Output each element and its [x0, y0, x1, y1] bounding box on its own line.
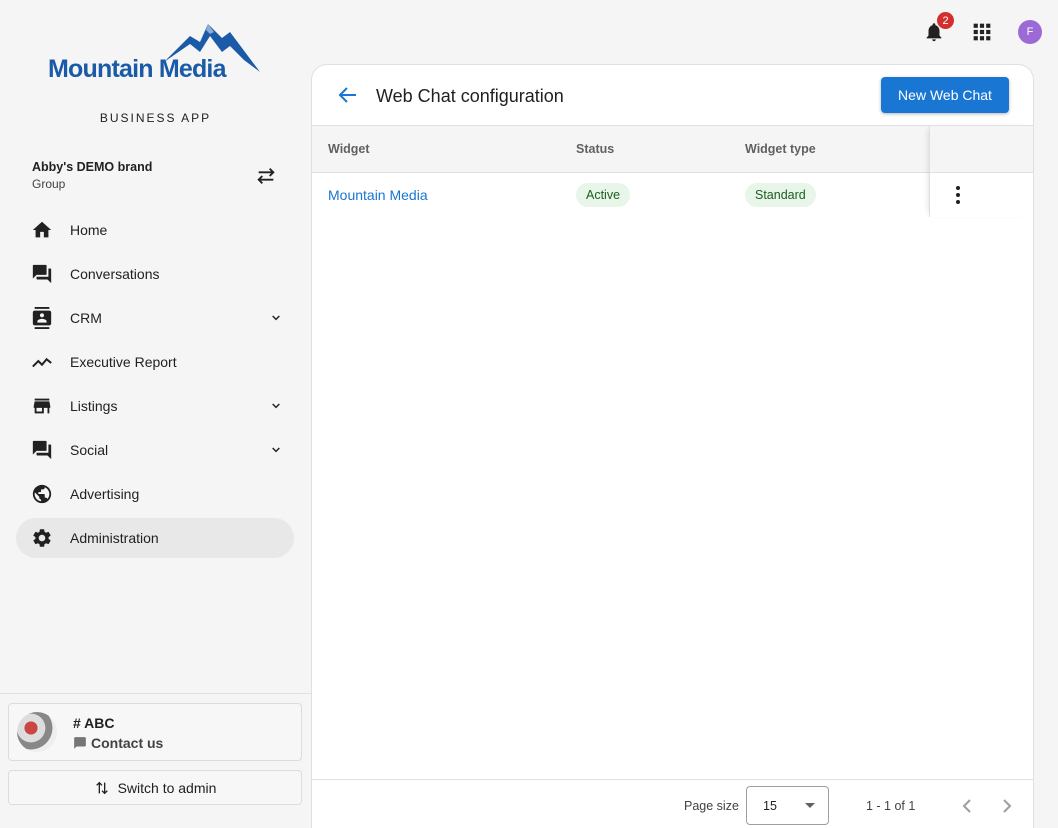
sidebar-item-advertising[interactable]: Advertising	[16, 474, 294, 514]
page-size-select[interactable]: 15	[746, 786, 829, 825]
sidebar-item-label: Conversations	[70, 266, 160, 282]
apps-button[interactable]	[970, 20, 994, 44]
sidebar-item-label: Social	[70, 442, 109, 458]
column-header-status[interactable]: Status	[576, 142, 614, 156]
widget-type-badge: Standard	[745, 183, 816, 207]
dropdown-arrow-icon	[805, 803, 815, 808]
account-name: Abby's DEMO brand	[32, 160, 153, 174]
globe-icon	[30, 482, 54, 506]
sidebar-footer: # ABC Contact us Switch to admin	[0, 693, 311, 828]
page-size-value: 15	[763, 799, 777, 813]
column-header-widget-type[interactable]: Widget type	[745, 142, 816, 156]
contact-card-icon	[30, 306, 54, 330]
main-panel: Web Chat configuration New Web Chat Widg…	[311, 64, 1034, 828]
sidebar-item-social[interactable]: Social	[16, 430, 294, 470]
gear-icon	[30, 526, 54, 550]
more-vertical-icon	[956, 186, 960, 204]
table-pagination: Page size 15 1 - 1 of 1	[312, 779, 1033, 828]
chevron-down-icon	[272, 447, 280, 453]
row-actions-button[interactable]	[946, 183, 970, 207]
contact-us-label: Contact us	[91, 735, 164, 751]
sidebar-item-label: Advertising	[70, 486, 140, 502]
apps-grid-icon	[973, 23, 991, 41]
sidebar-item-label: CRM	[70, 310, 102, 326]
previous-page-button[interactable]	[955, 794, 979, 818]
widget-link[interactable]: Mountain Media	[328, 187, 428, 203]
page-size-label: Page size	[684, 799, 739, 813]
widgets-table: Widget Status Widget type Mountain Media…	[312, 125, 1033, 217]
chevron-right-icon	[1003, 799, 1012, 813]
next-page-button[interactable]	[995, 794, 1019, 818]
trending-icon	[30, 350, 54, 374]
column-header-widget[interactable]: Widget	[328, 142, 370, 156]
app-subtitle: BUSINESS APP	[99, 111, 212, 125]
sidebar-item-administration[interactable]: Administration	[16, 518, 294, 558]
pagination-range: 1 - 1 of 1	[866, 799, 916, 813]
new-web-chat-button[interactable]: New Web Chat	[881, 77, 1009, 113]
contact-card[interactable]: # ABC Contact us	[8, 703, 302, 761]
sidebar-item-label: Administration	[70, 530, 159, 546]
user-avatar[interactable]: F	[1018, 20, 1042, 44]
chevron-left-icon	[962, 799, 971, 813]
sidebar-item-home[interactable]: Home	[16, 210, 294, 250]
page-title: Web Chat configuration	[376, 86, 564, 106]
contact-title: # ABC	[73, 715, 115, 731]
sidebar-item-label: Home	[70, 222, 108, 238]
sidebar-nav: Home Conversations CRM Executive Report	[16, 210, 294, 562]
back-button[interactable]	[336, 83, 360, 107]
status-badge: Active	[576, 183, 631, 207]
sidebar-item-listings[interactable]: Listings	[16, 386, 294, 426]
avatar	[17, 712, 57, 752]
logo-text: Mountain Media	[48, 55, 226, 83]
sidebar-item-label: Executive Report	[70, 354, 177, 370]
chevron-down-icon	[272, 403, 280, 409]
sidebar-item-executive-report[interactable]: Executive Report	[16, 342, 294, 382]
contact-us-link[interactable]: Contact us	[73, 735, 163, 751]
sidebar-item-label: Listings	[70, 398, 118, 414]
forum-icon	[30, 438, 54, 462]
sidebar: Mountain Media BUSINESS APP Abby's DEMO …	[0, 0, 311, 828]
storefront-icon	[30, 394, 54, 418]
home-icon	[30, 218, 54, 242]
switch-to-admin-button[interactable]: Switch to admin	[8, 770, 302, 805]
notification-badge: 2	[937, 12, 954, 29]
switch-account-button[interactable]	[251, 162, 281, 190]
switch-to-admin-label: Switch to admin	[117, 779, 217, 796]
sidebar-item-crm[interactable]: CRM	[16, 298, 294, 338]
swap-vertical-icon	[95, 781, 108, 794]
swap-icon	[257, 168, 275, 184]
account-type: Group	[32, 177, 66, 191]
brand-logo[interactable]: Mountain Media	[48, 22, 263, 84]
chevron-down-icon	[272, 315, 280, 321]
forum-icon	[30, 262, 54, 286]
table-header: Widget Status Widget type	[312, 125, 1033, 173]
arrow-back-icon	[338, 87, 356, 103]
table-row: Mountain Media Active Standard	[312, 173, 1033, 217]
account-info: Abby's DEMO brand Group	[32, 160, 152, 191]
actions-column	[929, 125, 1033, 217]
chat-icon	[74, 737, 86, 749]
sidebar-item-conversations[interactable]: Conversations	[16, 254, 294, 294]
